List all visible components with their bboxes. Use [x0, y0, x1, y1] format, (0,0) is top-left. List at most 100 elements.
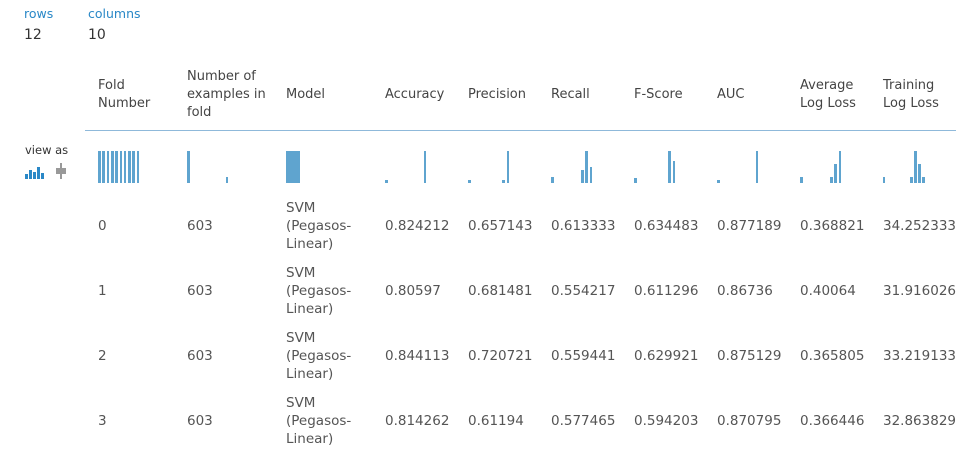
col-header-precision[interactable]: Precision [455, 60, 538, 131]
histogram-bar [136, 151, 140, 183]
histogram-bar [922, 176, 925, 183]
histogram-bar [834, 163, 838, 183]
columns-label[interactable]: columns [88, 6, 141, 21]
table-cell: SVM (Pegasos-Linear) [286, 199, 352, 252]
column-histogram[interactable] [704, 131, 787, 194]
table-cell: SVM (Pegasos-Linear) [286, 264, 352, 317]
col-header-accuracy[interactable]: Accuracy [372, 60, 455, 131]
histogram-bar [123, 151, 127, 183]
column-histogram[interactable] [870, 131, 956, 194]
histogram-bar [668, 151, 672, 183]
rows-stat: rows 12 [24, 6, 88, 43]
results-table: Fold Number Number of examples in fold M… [85, 60, 957, 453]
table-cell: 0.877189 [717, 217, 782, 234]
col-header-fold-number[interactable]: Fold Number [85, 60, 174, 131]
table-cell: 603 [187, 282, 213, 299]
column-histogram[interactable] [621, 131, 704, 194]
histogram-chart [551, 151, 611, 183]
histogram-bar [119, 151, 123, 183]
table-cell: 0.875129 [717, 347, 782, 364]
table-cell: SVM (Pegasos-Linear) [286, 329, 352, 382]
col-header-auc[interactable]: AUC [704, 60, 787, 131]
table-row: 3 603 SVM (Pegasos-Linear) 0.814262 0.61194 0… [85, 388, 956, 453]
column-histogram[interactable] [85, 131, 174, 194]
histogram-bar [423, 151, 427, 183]
col-header-training-log-loss[interactable]: Training Log Loss [870, 60, 957, 131]
table-cell: 603 [187, 217, 213, 234]
col-header-avg-log-loss[interactable]: Average Log Loss [787, 60, 870, 131]
table-cell: 33.219133 [883, 347, 957, 364]
col-header-recall[interactable]: Recall [538, 60, 621, 131]
histogram-chart [187, 151, 247, 183]
histogram-row [85, 131, 956, 194]
table-cell: 0.86736 [717, 282, 773, 299]
table-cell: 0.594203 [634, 412, 699, 429]
column-histogram[interactable] [273, 131, 372, 194]
histogram-bar [286, 151, 300, 183]
column-histogram[interactable] [372, 131, 455, 194]
histogram-bar [110, 151, 114, 183]
table-cell: 0.577465 [551, 412, 616, 429]
histogram-bar [551, 176, 554, 183]
columns-value: 10 [88, 27, 106, 43]
table-cell: 0.368821 [800, 217, 865, 234]
rows-label[interactable]: rows [24, 6, 88, 21]
col-header-f-score[interactable]: F-Score [621, 60, 704, 131]
histogram-bar [883, 176, 886, 183]
histogram-bar [506, 151, 510, 183]
view-as-label: view as [25, 143, 69, 157]
histogram-chart [468, 151, 528, 183]
table-cell: 3 [98, 412, 107, 429]
table-cell: 32.863829 [883, 412, 957, 429]
table-cell: 603 [187, 412, 213, 429]
table-row: 1 603 SVM (Pegasos-Linear) 0.80597 0.681481 0… [85, 258, 956, 323]
column-histogram[interactable] [174, 131, 273, 194]
col-header-examples[interactable]: Number of examples in fold [174, 60, 273, 131]
histogram-bar [502, 179, 506, 183]
histogram-bar [838, 151, 842, 183]
histogram-chart [98, 151, 158, 183]
table-cell: 31.916026 [883, 282, 957, 299]
histogram-chart [800, 151, 860, 183]
table-cell: 0.824212 [385, 217, 450, 234]
column-histogram[interactable] [538, 131, 621, 194]
boxplot-icon[interactable] [55, 163, 67, 179]
histogram-bar [225, 176, 229, 183]
histogram-bar [589, 167, 593, 183]
header-row: Fold Number Number of examples in fold M… [85, 60, 957, 131]
histogram-bar [918, 163, 921, 183]
table-row: 2 603 SVM (Pegasos-Linear) 0.844113 0.720721… [85, 323, 956, 388]
histogram-bar [914, 151, 917, 183]
histogram-bar [106, 151, 110, 183]
histogram-bar [102, 151, 105, 183]
rows-value: 12 [24, 27, 42, 43]
table-cell: 0.613333 [551, 217, 616, 234]
table-cell: SVM (Pegasos-Linear) [286, 394, 352, 447]
table-cell: 0.814262 [385, 412, 450, 429]
table-cell: 34.252333 [883, 217, 957, 234]
histogram-bar [672, 160, 676, 183]
table-cell: 0.870795 [717, 412, 782, 429]
table-cell: 0.681481 [468, 282, 533, 299]
column-histogram[interactable] [455, 131, 538, 194]
histogram-bar [585, 151, 589, 183]
histogram-bar [800, 176, 803, 183]
histogram-bar [634, 178, 637, 183]
histogram-bar [128, 151, 131, 183]
histogram-icon[interactable] [25, 167, 45, 179]
histogram-bar [755, 151, 759, 183]
histogram-bar [187, 151, 190, 183]
histogram-bar [132, 151, 136, 183]
table-cell: 0.720721 [468, 347, 533, 364]
table-cell: 0.559441 [551, 347, 616, 364]
table-cell: 0.61194 [468, 412, 524, 429]
table-cell: 603 [187, 347, 213, 364]
col-header-model[interactable]: Model [273, 60, 372, 131]
view-as-panel: view as [25, 143, 68, 179]
histogram-bar [115, 151, 118, 183]
table-cell: 0.366446 [800, 412, 865, 429]
column-histogram[interactable] [787, 131, 870, 194]
histogram-chart [286, 151, 346, 183]
table-cell: 0.611296 [634, 282, 699, 299]
table-cell: 0.365805 [800, 347, 865, 364]
